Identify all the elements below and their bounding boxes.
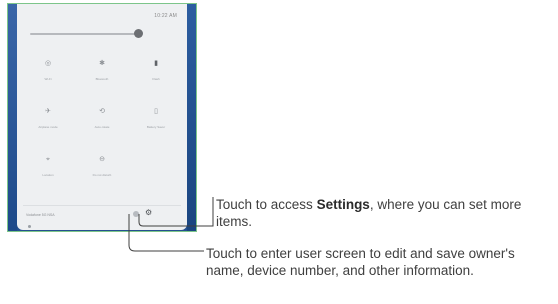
user-leader-line: [128, 214, 204, 252]
callout-settings-bold: Settings: [316, 197, 370, 212]
callout-settings: Touch to access Settings, where you can …: [216, 196, 556, 230]
callout-user-text: Touch to enter user screen to edit and s…: [206, 246, 515, 278]
settings-leader-line: [138, 197, 214, 227]
callout-user: Touch to enter user screen to edit and s…: [206, 245, 556, 279]
callout-settings-text-before: Touch to access: [216, 197, 317, 212]
